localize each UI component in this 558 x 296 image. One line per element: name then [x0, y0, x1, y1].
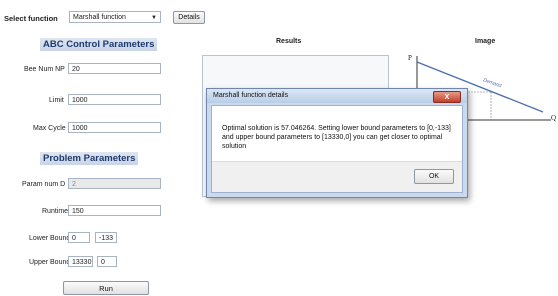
close-button[interactable]: X: [433, 91, 461, 103]
axis-p-label: P: [408, 54, 412, 62]
abc-section-title: ABC Control Parameters: [40, 38, 158, 51]
function-select-value: Marshall function: [73, 14, 126, 21]
param-num-input: 2: [68, 178, 161, 189]
bee-num-label: Bee Num NP: [24, 66, 65, 73]
limit-label: Limit: [49, 97, 64, 104]
bee-num-input[interactable]: 20: [68, 63, 161, 74]
limit-input[interactable]: 1000: [68, 94, 161, 105]
results-title: Results: [276, 38, 302, 45]
details-button[interactable]: Details: [173, 11, 205, 24]
axis-q-label: Q: [551, 114, 556, 122]
dialog-body: Optimal solution is 57.046264. Setting l…: [211, 105, 463, 193]
function-select[interactable]: Marshall function ▼: [69, 11, 161, 23]
max-cycle-label: Max Cycle: [33, 125, 66, 132]
lower-bound-input-2[interactable]: -133: [95, 232, 117, 243]
dialog-footer: OK: [212, 161, 462, 192]
chevron-down-icon: ▼: [151, 15, 157, 21]
image-title: Image: [475, 38, 496, 45]
upper-bound-label: Upper Bound: [29, 259, 71, 266]
dialog-title: Marshall function details: [213, 92, 289, 99]
select-function-label: Select function: [4, 14, 58, 23]
run-button[interactable]: Run: [63, 281, 149, 295]
details-dialog: Marshall function details X Optimal solu…: [206, 88, 468, 198]
upper-bound-input-2[interactable]: 0: [97, 256, 117, 267]
dialog-titlebar[interactable]: Marshall function details X: [207, 89, 467, 103]
close-icon: X: [444, 93, 450, 101]
param-num-label: Param num D: [22, 181, 66, 188]
runtime-label: Runtime: [42, 208, 69, 215]
runtime-input[interactable]: 150: [68, 205, 161, 216]
lower-bound-label: Lower Bound: [29, 235, 71, 242]
dialog-message: Optimal solution is 57.046264. Setting l…: [222, 125, 451, 150]
curve-label: Demand: [482, 77, 502, 89]
problem-section-title: Problem Parameters: [40, 152, 139, 165]
lower-bound-input-1[interactable]: 0: [68, 232, 90, 243]
ok-button[interactable]: OK: [414, 169, 454, 184]
max-cycle-input[interactable]: 1000: [68, 122, 161, 133]
upper-bound-input-1[interactable]: 13330: [68, 256, 93, 267]
